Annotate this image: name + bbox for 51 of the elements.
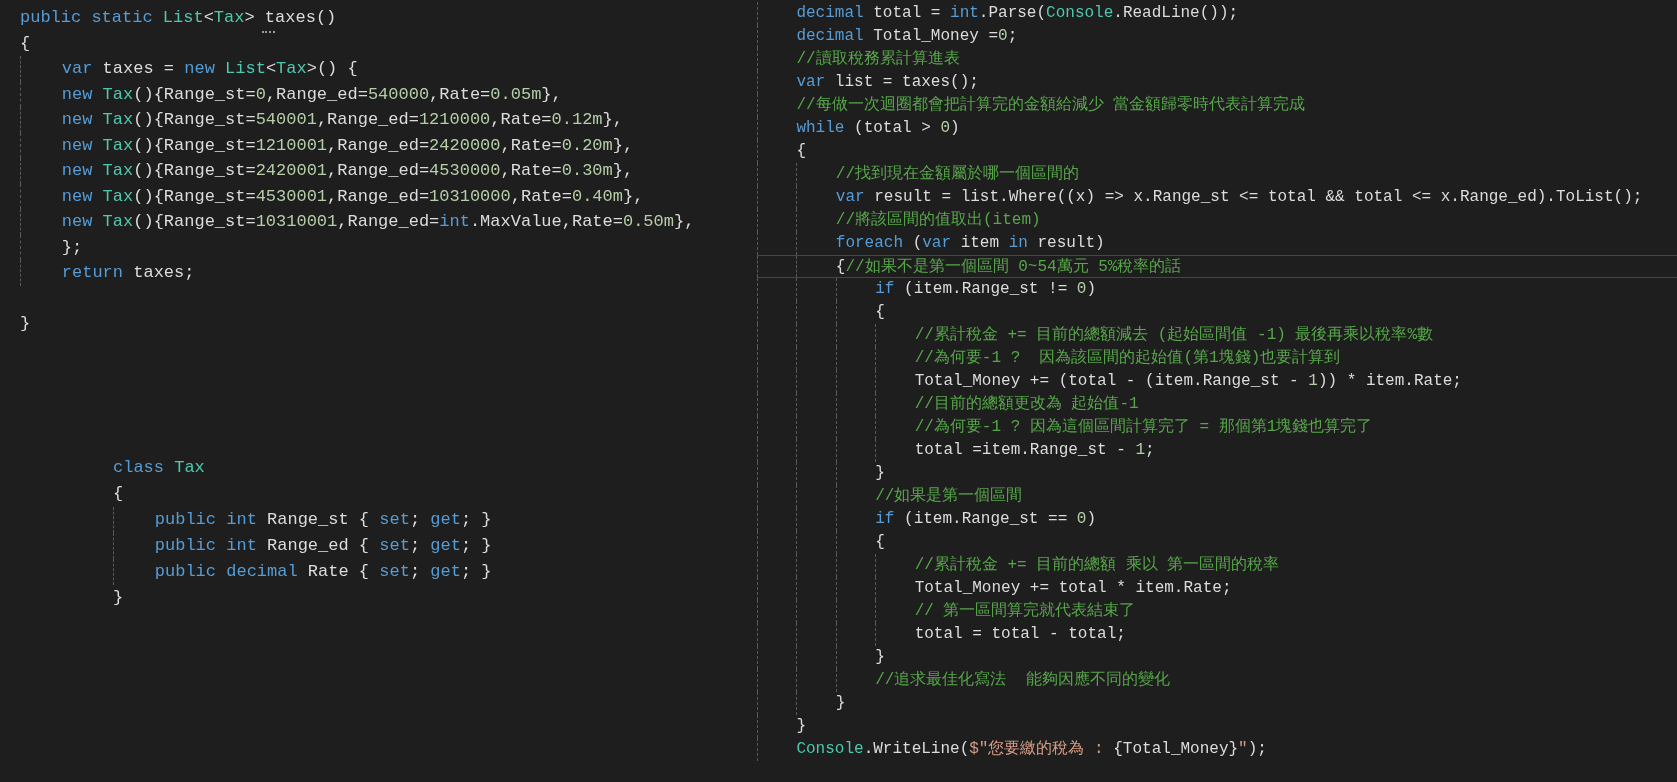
code-line: var list = taxes(); bbox=[757, 71, 979, 94]
code-line: } bbox=[757, 692, 846, 715]
code-line: public static List<Tax> taxes() bbox=[20, 7, 337, 29]
code-line: Console.WriteLine($"您要繳的稅為 : {Total_Money}"); bbox=[757, 738, 1267, 761]
code-line: } bbox=[757, 646, 885, 669]
code-line: public decimal Rate { set; get; } bbox=[113, 558, 492, 585]
code-line: //目前的總額更改為 起始值-1 bbox=[757, 393, 1139, 416]
code-line: //每做一次迴圈都會把計算完的金額給減少 當金額歸零時代表計算完成 bbox=[757, 94, 1306, 117]
code-line: //為何要-1 ? 因為這個區間計算完了 = 那個第1塊錢也算完了 bbox=[757, 416, 1373, 439]
code-line: public int Range_ed { set; get; } bbox=[113, 532, 492, 559]
code-line: decimal total = int.Parse(Console.ReadLine()); bbox=[757, 2, 1239, 25]
code-line: var taxes = new List<Tax>() { bbox=[20, 56, 358, 82]
code-line: { bbox=[757, 301, 885, 324]
code-line: //累計稅金 += 目前的總額 乘以 第一區間的稅率 bbox=[757, 554, 1280, 577]
code-line: // 第一區間算完就代表結束了 bbox=[757, 600, 1136, 623]
code-line: class Tax bbox=[113, 456, 205, 479]
code-line: new Tax(){Range_st=1210001,Range_ed=2420000,Rate=0.20m}, bbox=[20, 132, 634, 158]
code-line: //找到現在金額屬於哪一個區間的 bbox=[757, 163, 1079, 186]
code-line: } bbox=[20, 313, 31, 335]
code-line: {//如果不是第一個區間 0~54萬元 5%稅率的話 bbox=[757, 255, 1677, 278]
code-line: var result = list.Where((x) => x.Range_st <= total && total <= x.Range_ed).ToList(); bbox=[757, 186, 1643, 209]
code-line: { bbox=[757, 140, 806, 163]
code-line: }; bbox=[20, 234, 83, 260]
code-line: new Tax(){Range_st=0,Range_ed=540000,Rate=0.05m}, bbox=[20, 81, 562, 107]
code-line: decimal Total_Money =0; bbox=[757, 25, 1018, 48]
code-line: { bbox=[20, 32, 31, 55]
code-line: new Tax(){Range_st=2420001,Range_ed=4530000,Rate=0.30m}, bbox=[20, 158, 634, 184]
code-line: //為何要-1 ? 因為該區間的起始值(第1塊錢)也要計算到 bbox=[757, 347, 1341, 370]
code-line: Total_Money += (total - (item.Range_st - 1)) * item.Rate; bbox=[757, 370, 1462, 393]
code-line: } bbox=[757, 715, 806, 738]
code-line: { bbox=[757, 531, 885, 554]
code-line: //追求最佳化寫法 能夠因應不同的變化 bbox=[757, 669, 1170, 692]
code-line: new Tax(){Range_st=10310001,Range_ed=int.MaxValue,Rate=0.50m}, bbox=[20, 209, 695, 235]
code-line: //累計稅金 += 目前的總額減去 (起始區間值 -1) 最後再乘以稅率%數 bbox=[757, 324, 1434, 347]
code-line: foreach (var item in result) bbox=[757, 232, 1105, 255]
code-line: if (item.Range_st != 0) bbox=[757, 278, 1097, 301]
code-line: //如果是第一個區間 bbox=[757, 485, 1023, 508]
code-line: //將該區間的值取出(item) bbox=[757, 209, 1041, 232]
code-line: total =item.Range_st - 1; bbox=[757, 439, 1155, 462]
code-line: total = total - total; bbox=[757, 623, 1126, 646]
code-line: return taxes; bbox=[20, 260, 195, 286]
code-line: if (item.Range_st == 0) bbox=[757, 508, 1097, 531]
code-line: new Tax(){Range_st=4530001,Range_ed=10310000,Rate=0.40m}, bbox=[20, 183, 644, 209]
code-line: public int Range_st { set; get; } bbox=[113, 506, 492, 533]
code-line: { bbox=[113, 482, 124, 505]
code-line: while (total > 0) bbox=[757, 117, 960, 140]
code-line: //讀取稅務累計算進表 bbox=[757, 48, 960, 71]
code-line: Total_Money += total * item.Rate; bbox=[757, 577, 1232, 600]
code-line: } bbox=[113, 586, 124, 609]
code-line: } bbox=[757, 462, 885, 485]
code-line: new Tax(){Range_st=540001,Range_ed=1210000,Rate=0.12m}, bbox=[20, 107, 623, 133]
